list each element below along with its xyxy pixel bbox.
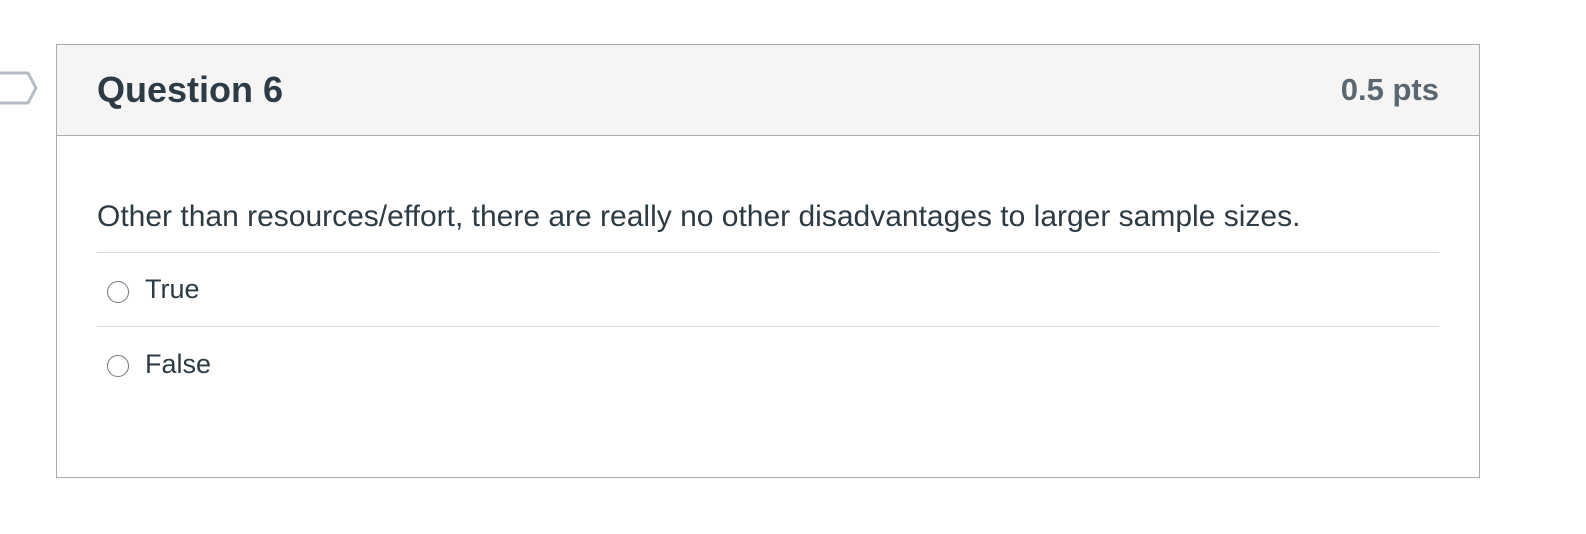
question-body: Other than resources/effort, there are r…	[57, 136, 1479, 401]
question-card: Question 6 0.5 pts Other than resources/…	[56, 44, 1480, 478]
question-points: 0.5 pts	[1340, 72, 1439, 107]
question-text: Other than resources/effort, there are r…	[97, 136, 1439, 253]
answer-option-true[interactable]: True	[97, 253, 1439, 327]
radio-button-true[interactable]	[107, 280, 129, 303]
question-title: Question 6	[97, 69, 284, 110]
flag-question-icon[interactable]	[0, 70, 40, 106]
answer-list: True False	[97, 253, 1439, 401]
answer-label-false[interactable]: False	[145, 349, 211, 380]
answer-option-false[interactable]: False	[97, 327, 1439, 401]
radio-button-false[interactable]	[107, 355, 129, 377]
answer-label-true[interactable]: True	[145, 274, 200, 305]
question-header: Question 6 0.5 pts	[57, 45, 1479, 136]
